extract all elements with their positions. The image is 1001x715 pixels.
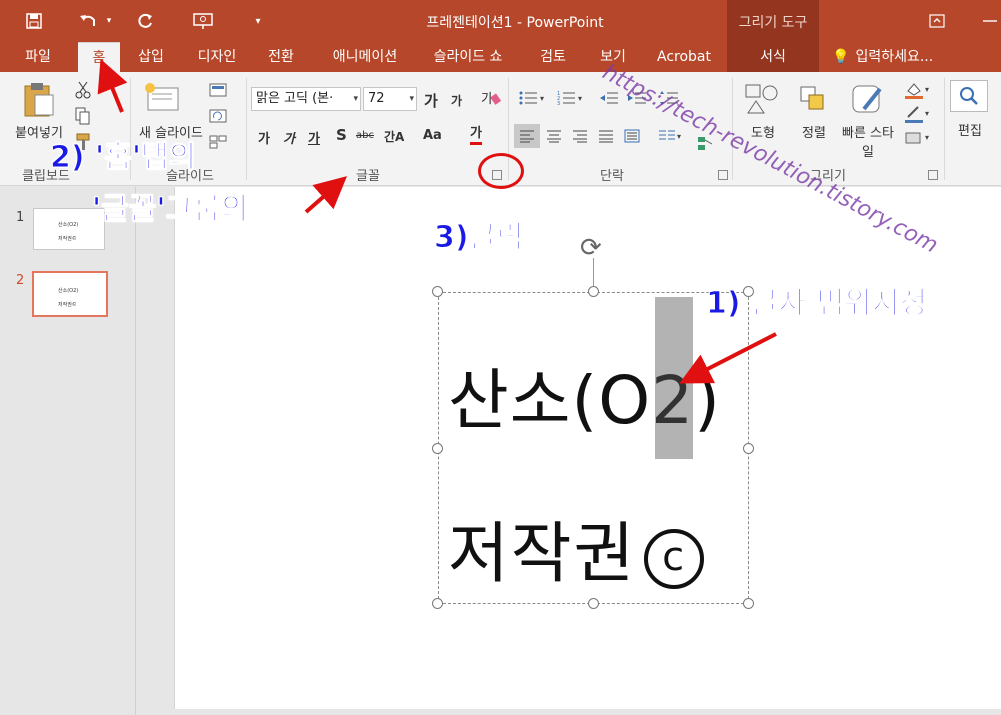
arrow-to-selection xyxy=(679,332,777,384)
annotation-step-3: 3)클릭 xyxy=(434,220,525,256)
annotation-step-1: 1) 글자 범위지정 xyxy=(705,286,928,322)
annotation-step-2b: '글꼴'그룹의 xyxy=(91,192,249,228)
arrow-to-home-tab xyxy=(97,58,128,113)
annotation-arrows xyxy=(97,58,777,384)
arrow-to-font-group xyxy=(304,176,348,214)
annotation-step-2a: 2) '홈'탭의 xyxy=(49,140,197,176)
